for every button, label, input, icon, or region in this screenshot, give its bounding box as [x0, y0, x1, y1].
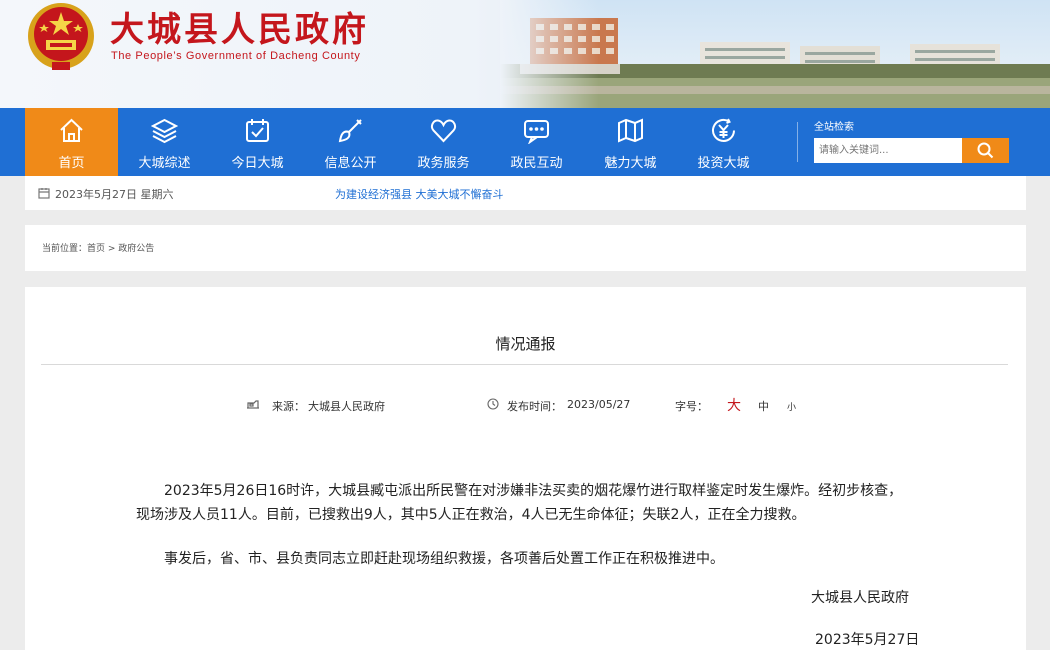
article-sign-date: 2023年5月27日: [815, 632, 920, 648]
calendar-icon: [38, 188, 50, 199]
search-button[interactable]: [962, 138, 1009, 163]
title-divider: [41, 364, 1008, 365]
source-label: 来源：: [272, 400, 305, 413]
search-input[interactable]: [814, 138, 962, 163]
nav-label: 首页: [58, 156, 85, 171]
clock-icon: [487, 398, 499, 410]
breadcrumb-bar: 当前位置：首页 > 政府公告: [25, 225, 1026, 271]
nav-label: 大城综述: [138, 156, 191, 171]
home-icon: [60, 118, 83, 142]
nav-item-info-public[interactable]: 信息公开: [304, 108, 397, 176]
nav-item-home[interactable]: 首页: [25, 108, 118, 176]
article-paragraph: 事发后，省、市、县负责同志立即赶赴现场组织救援，各项善后处置工作正在积极推进中。: [164, 551, 724, 567]
breadcrumb-separator: >: [105, 244, 119, 254]
layers-icon: [151, 118, 178, 144]
site-banner: 大城县人民政府 The People’s Government of Dache…: [0, 0, 1050, 108]
nav-label: 信息公开: [324, 156, 377, 171]
nav-label: 魅力大城: [604, 156, 657, 171]
search-title: 全站检索: [814, 122, 854, 133]
national-emblem-icon: [28, 3, 94, 70]
article-title: 情况通报: [495, 335, 556, 353]
brush-icon: [338, 119, 362, 143]
site-subtitle: The People’s Government of Dacheng Count…: [111, 50, 361, 62]
nav-item-today[interactable]: 今日大城: [211, 108, 304, 176]
nav-label: 投资大城: [697, 156, 750, 171]
nav-item-overview[interactable]: 大城综述: [118, 108, 211, 176]
nav-divider: [797, 122, 798, 162]
nav-item-invest[interactable]: 投资大城: [677, 108, 770, 176]
slogan: 为建设经济强县 大美大城不懈奋斗: [335, 188, 504, 201]
nav-label: 政民互动: [510, 156, 563, 171]
search-icon: [977, 142, 994, 159]
nav-item-interaction[interactable]: 政民互动: [490, 108, 583, 176]
article-panel: 情况通报 来源： 大城县人民政府 发布时间： 2023/05/27 字号： 大 …: [25, 287, 1026, 650]
font-size-medium-button[interactable]: 中: [758, 398, 769, 414]
current-date: 2023年5月27日 星期六: [55, 188, 174, 201]
nav-item-charm[interactable]: 魅力大城: [584, 108, 677, 176]
publish-time-value: 2023/05/27: [567, 398, 631, 411]
font-size-label: 字号：: [675, 400, 708, 413]
breadcrumb-home-link[interactable]: 首页: [87, 244, 105, 254]
source-value: 大城县人民政府: [308, 400, 385, 413]
calendar-check-icon: [246, 119, 269, 142]
nav-label: 今日大城: [231, 156, 284, 171]
date-bar: 2023年5月27日 星期六 为建设经济强县 大美大城不懈奋斗: [25, 176, 1026, 210]
publish-time-label: 发布时间：: [507, 400, 562, 413]
article-paragraph: 2023年5月26日16时许，大城县臧屯派出所民警在对涉嫌非法买卖的烟花爆竹进行…: [136, 483, 903, 523]
breadcrumb-current[interactable]: 政府公告: [118, 244, 154, 254]
font-size-large-button[interactable]: 大: [727, 395, 741, 415]
breadcrumb: 当前位置：首页 > 政府公告: [42, 241, 154, 254]
nav-label: 政务服务: [417, 156, 470, 171]
yuan-icon: [712, 118, 735, 142]
breadcrumb-prefix: 当前位置：: [42, 244, 88, 254]
map-icon: [618, 118, 643, 143]
heart-icon: [431, 119, 456, 143]
site-title: 大城县人民政府: [110, 10, 369, 50]
source-icon: [247, 400, 259, 409]
government-building-photo: [500, 0, 1050, 108]
nav-item-gov-service[interactable]: 政务服务: [397, 108, 490, 176]
font-size-small-button[interactable]: 小: [787, 400, 796, 413]
chat-icon: [524, 120, 549, 144]
article-signature: 大城县人民政府: [811, 590, 909, 606]
